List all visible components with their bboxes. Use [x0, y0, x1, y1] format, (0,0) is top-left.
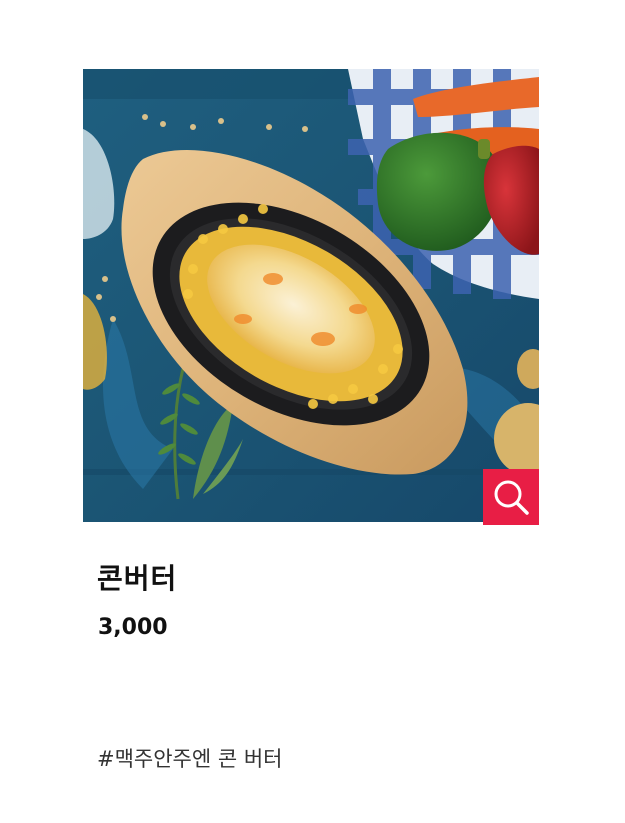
search-icon: [494, 480, 529, 515]
product-tags: #맥주안주엔 콘 버터: [97, 747, 283, 771]
product-card: 콘버터 3,000 #맥주안주엔 콘 버터: [0, 0, 625, 823]
product-photo: [83, 69, 539, 522]
product-name: 콘버터: [97, 562, 178, 595]
product-image[interactable]: [83, 69, 539, 522]
zoom-button[interactable]: [483, 469, 539, 525]
product-price: 3,000: [98, 615, 168, 640]
